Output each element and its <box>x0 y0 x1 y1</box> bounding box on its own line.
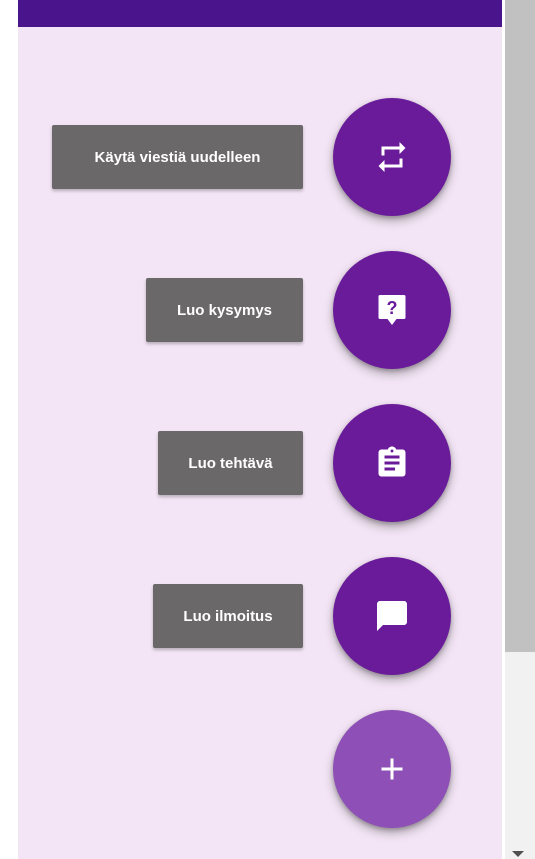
scroll-down-arrow-icon[interactable] <box>512 851 524 857</box>
scrollbar-thumb[interactable] <box>505 0 535 652</box>
plus-icon <box>374 751 410 787</box>
create-question-button[interactable]: ? <box>333 251 451 369</box>
classroom-frame: Käytä viestiä uudelleen Luo kysymys ? Lu… <box>0 0 535 859</box>
create-question-label[interactable]: Luo kysymys <box>146 278 303 342</box>
create-assignment-label[interactable]: Luo tehtävä <box>158 431 303 495</box>
reuse-post-label[interactable]: Käytä viestiä uudelleen <box>52 125 303 189</box>
create-announcement-button[interactable] <box>333 557 451 675</box>
header-bar <box>18 0 502 27</box>
chat-icon <box>374 598 410 634</box>
create-assignment-button[interactable] <box>333 404 451 522</box>
clipboard-icon <box>374 445 410 481</box>
repeat-icon <box>374 139 410 175</box>
create-announcement-label[interactable]: Luo ilmoitus <box>153 584 303 648</box>
question-icon: ? <box>374 292 410 328</box>
svg-text:?: ? <box>387 298 398 318</box>
speed-dial-toggle-button[interactable] <box>333 710 451 828</box>
reuse-post-button[interactable] <box>333 98 451 216</box>
